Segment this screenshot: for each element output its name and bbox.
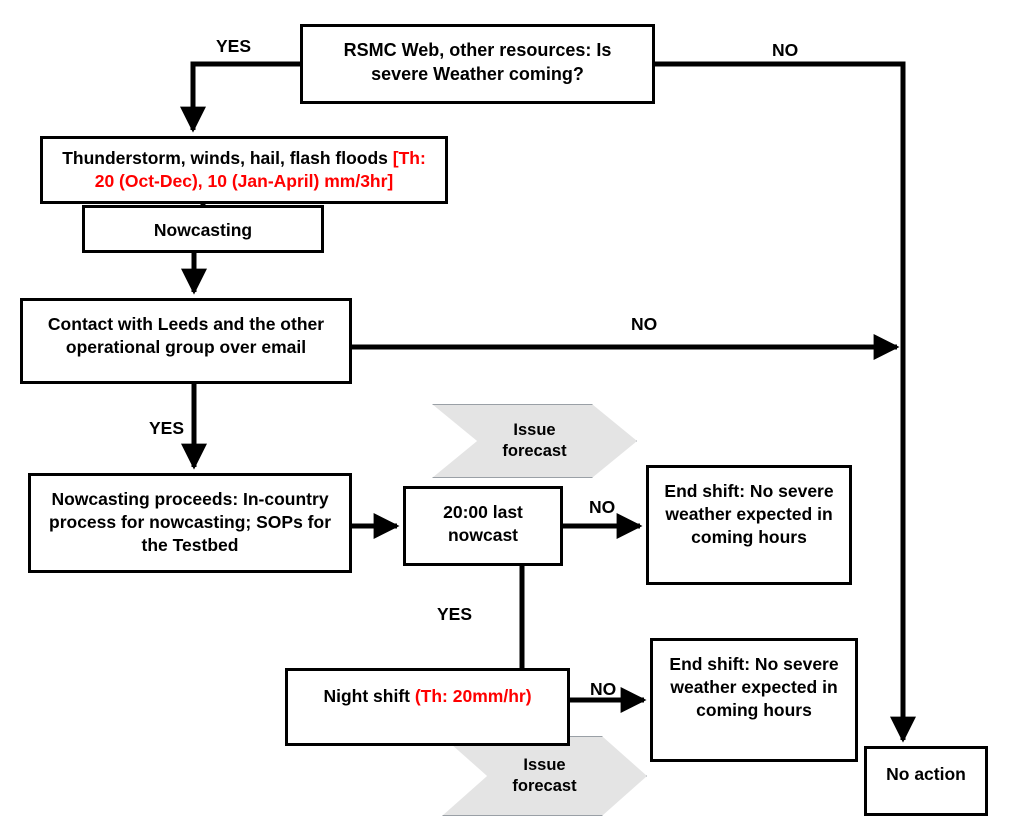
node-2000-line1: 20:00 last xyxy=(443,502,523,522)
flowchart-canvas: Issue forecast Issue forecast RSMC Web, … xyxy=(0,0,1019,828)
edge-label-yes-night: YES xyxy=(437,604,473,624)
edge-label-yes-contact: YES xyxy=(149,418,185,438)
node-end-shift-lower-line3: coming hours xyxy=(696,700,812,721)
edge-yes-rsmc-to-thunderstorm xyxy=(180,61,300,133)
edge-label-no-night: NO xyxy=(590,679,617,699)
node-contact-line1: Contact with Leeds and the other xyxy=(47,314,325,334)
node-end-shift-lower-line1: End shift: No severe xyxy=(669,654,839,674)
edge-label-yes-top: YES xyxy=(216,36,252,56)
node-rsmc-web-decision[interactable]: RSMC Web, other resources: Is severe Wea… xyxy=(300,24,655,104)
issue-forecast-bottom-line2: forecast xyxy=(512,777,577,795)
node-2000-last-nowcast[interactable]: 20:00 last nowcast xyxy=(403,486,563,566)
edge-label-no-nowcast: NO xyxy=(589,497,616,517)
node-contact-leeds[interactable]: Contact with Leeds and the other operati… xyxy=(20,298,352,384)
node-rsmc-line1: RSMC Web, other resources: Is xyxy=(343,40,612,60)
node-thunderstorm-threshold-2: 20 (Oct-Dec), 10 (Jan-April) mm/3hr] xyxy=(94,171,394,192)
node-end-shift-lower[interactable]: End shift: No severe weather expected in… xyxy=(650,638,858,762)
node-thunderstorm-threshold-1: [Th: xyxy=(392,148,426,168)
node-proceeds-line3: the Testbed xyxy=(141,535,239,556)
edge-label-no-top: NO xyxy=(772,40,799,60)
issue-forecast-banner-bottom: Issue forecast xyxy=(442,736,647,816)
issue-forecast-bottom-line1: Issue xyxy=(523,755,566,774)
node-nowcasting[interactable]: Nowcasting xyxy=(82,205,324,253)
node-end-shift-upper-line1: End shift: No severe xyxy=(664,481,834,501)
node-night-shift[interactable]: Night shift (Th: 20mm/hr) xyxy=(285,668,570,746)
node-2000-line2: nowcast xyxy=(447,525,519,546)
node-nowcasting-label: Nowcasting xyxy=(153,220,253,240)
node-thunderstorm-thresholds[interactable]: Thunderstorm, winds, hail, flash floods … xyxy=(40,136,448,204)
node-end-shift-upper[interactable]: End shift: No severe weather expected in… xyxy=(646,465,852,585)
issue-forecast-banner-top: Issue forecast xyxy=(432,404,637,478)
edge-label-no-contact: NO xyxy=(631,314,658,334)
node-end-shift-lower-line2: weather expected in xyxy=(670,677,838,698)
node-rsmc-line2: severe Weather coming? xyxy=(371,63,584,84)
node-no-action-label: No action xyxy=(886,764,966,784)
node-end-shift-upper-line2: weather expected in xyxy=(665,504,833,525)
node-proceeds-line2: process for nowcasting; SOPs for xyxy=(49,512,331,533)
issue-forecast-top-line1: Issue xyxy=(513,420,556,439)
node-end-shift-upper-line3: coming hours xyxy=(691,527,807,548)
node-proceeds-line1: Nowcasting proceeds: In-country xyxy=(51,489,329,509)
node-thunderstorm-black: Thunderstorm, winds, hail, flash floods xyxy=(62,148,393,168)
node-contact-line2: operational group over email xyxy=(65,337,307,358)
node-night-shift-threshold: (Th: 20mm/hr) xyxy=(414,686,532,706)
node-night-shift-black: Night shift xyxy=(323,686,415,706)
node-no-action[interactable]: No action xyxy=(864,746,988,816)
node-nowcasting-proceeds[interactable]: Nowcasting proceeds: In-country process … xyxy=(28,473,352,573)
issue-forecast-top-line2: forecast xyxy=(502,442,567,460)
